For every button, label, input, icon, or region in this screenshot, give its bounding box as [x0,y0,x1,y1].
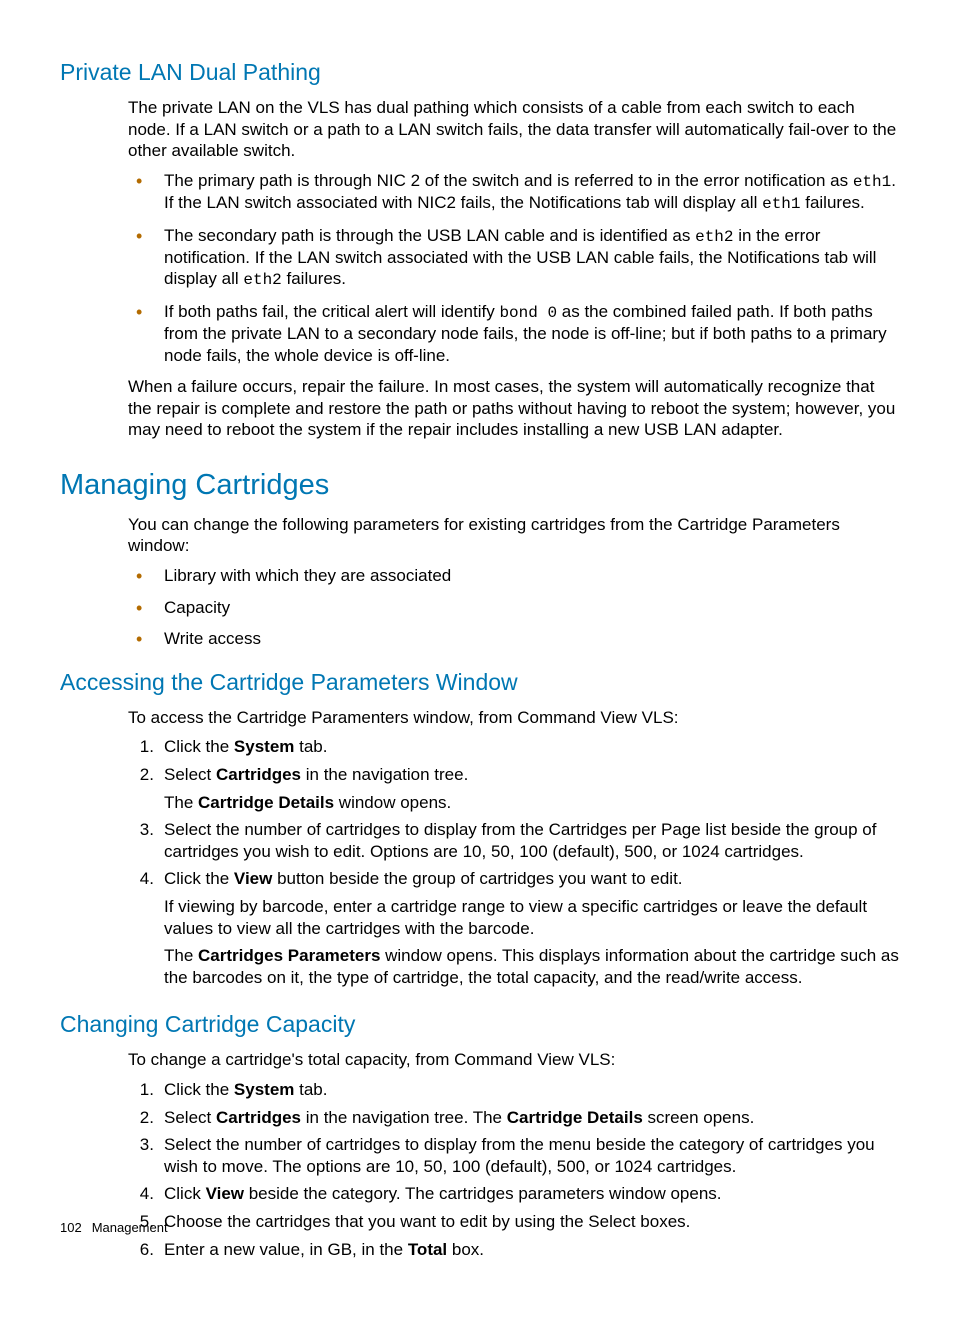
bold: View [206,1184,244,1203]
section-body: To change a cartridge's total capacity, … [128,1049,899,1260]
bold: System [234,737,294,756]
heading-accessing-cartridge-params: Accessing the Cartridge Parameters Windo… [60,668,899,697]
bold: Cartridge Details [507,1108,643,1127]
text: screen opens. [643,1108,755,1127]
list-item: Select the number of cartridges to displ… [128,1134,899,1177]
section-body: To access the Cartridge Paramenters wind… [128,707,899,988]
text: failures. [801,193,865,212]
text: in the navigation tree. The [301,1108,507,1127]
paragraph: When a failure occurs, repair the failur… [128,376,899,441]
text: tab. [294,737,327,756]
step-note: The Cartridge Details window opens. [164,792,899,814]
list-item: Library with which they are associated [128,565,899,587]
text: If both paths fail, the critical alert w… [164,302,499,321]
bold: View [234,869,272,888]
list-item: Select Cartridges in the navigation tree… [128,764,899,813]
heading-changing-capacity: Changing Cartridge Capacity [60,1010,899,1039]
text: button beside the group of cartridges yo… [272,869,682,888]
list-item: Enter a new value, in GB, in the Total b… [128,1239,899,1261]
bold: Cartridges [216,765,301,784]
text: The primary path is through NIC 2 of the… [164,171,853,190]
page-footer: 102 Management [60,1220,168,1235]
text: Select [164,1108,216,1127]
list-item: Click the System tab. [128,736,899,758]
text: Click the [164,737,234,756]
code: eth2 [695,228,733,246]
bold: Cartridges [216,1108,301,1127]
code: eth1 [762,195,800,213]
document-page: Private LAN Dual Pathing The private LAN… [0,0,954,1318]
list-item: Capacity [128,597,899,619]
text: Click the [164,1080,234,1099]
heading-private-lan: Private LAN Dual Pathing [60,58,899,87]
code: eth2 [243,271,281,289]
ordered-list: Click the System tab. Select Cartridges … [128,736,899,988]
bullet-list: The primary path is through NIC 2 of the… [128,170,899,366]
list-item: Click the System tab. [128,1079,899,1101]
list-item: Click the View button beside the group o… [128,868,899,988]
text: window opens. [334,793,451,812]
bold: Cartridge Details [198,793,334,812]
page-number: 102 [60,1220,82,1235]
bold: Total [408,1240,447,1259]
code: eth1 [853,173,891,191]
paragraph: You can change the following parameters … [128,514,899,557]
text: Click the [164,869,234,888]
paragraph: The private LAN on the VLS has dual path… [128,97,899,162]
heading-managing-cartridges: Managing Cartridges [60,467,899,504]
paragraph: To access the Cartridge Paramenters wind… [128,707,899,729]
text: box. [447,1240,484,1259]
text: Enter a new value, in GB, in the [164,1240,408,1259]
text: The secondary path is through the USB LA… [164,226,695,245]
section-body: The private LAN on the VLS has dual path… [128,97,899,441]
footer-section: Management [92,1220,168,1235]
text: Click [164,1184,206,1203]
bold: Cartridges Parameters [198,946,380,965]
list-item: Select the number of cartridges to displ… [128,819,899,862]
list-item: Select Cartridges in the navigation tree… [128,1107,899,1129]
text: failures. [282,269,346,288]
text: Select [164,765,216,784]
text: The [164,793,198,812]
bold: System [234,1080,294,1099]
list-item: Click View beside the category. The cart… [128,1183,899,1205]
text: tab. [294,1080,327,1099]
list-item: Choose the cartridges that you want to e… [128,1211,899,1233]
step-note: If viewing by barcode, enter a cartridge… [164,896,899,939]
list-item: If both paths fail, the critical alert w… [128,301,899,366]
code: bond 0 [499,304,557,322]
section-body: You can change the following parameters … [128,514,899,650]
paragraph: To change a cartridge's total capacity, … [128,1049,899,1071]
text: beside the category. The cartridges para… [244,1184,722,1203]
list-item: The secondary path is through the USB LA… [128,225,899,291]
ordered-list: Click the System tab. Select Cartridges … [128,1079,899,1260]
text: in the navigation tree. [301,765,468,784]
bullet-list: Library with which they are associated C… [128,565,899,650]
step-note: The Cartridges Parameters window opens. … [164,945,899,988]
list-item: The primary path is through NIC 2 of the… [128,170,899,215]
list-item: Write access [128,628,899,650]
text: The [164,946,198,965]
